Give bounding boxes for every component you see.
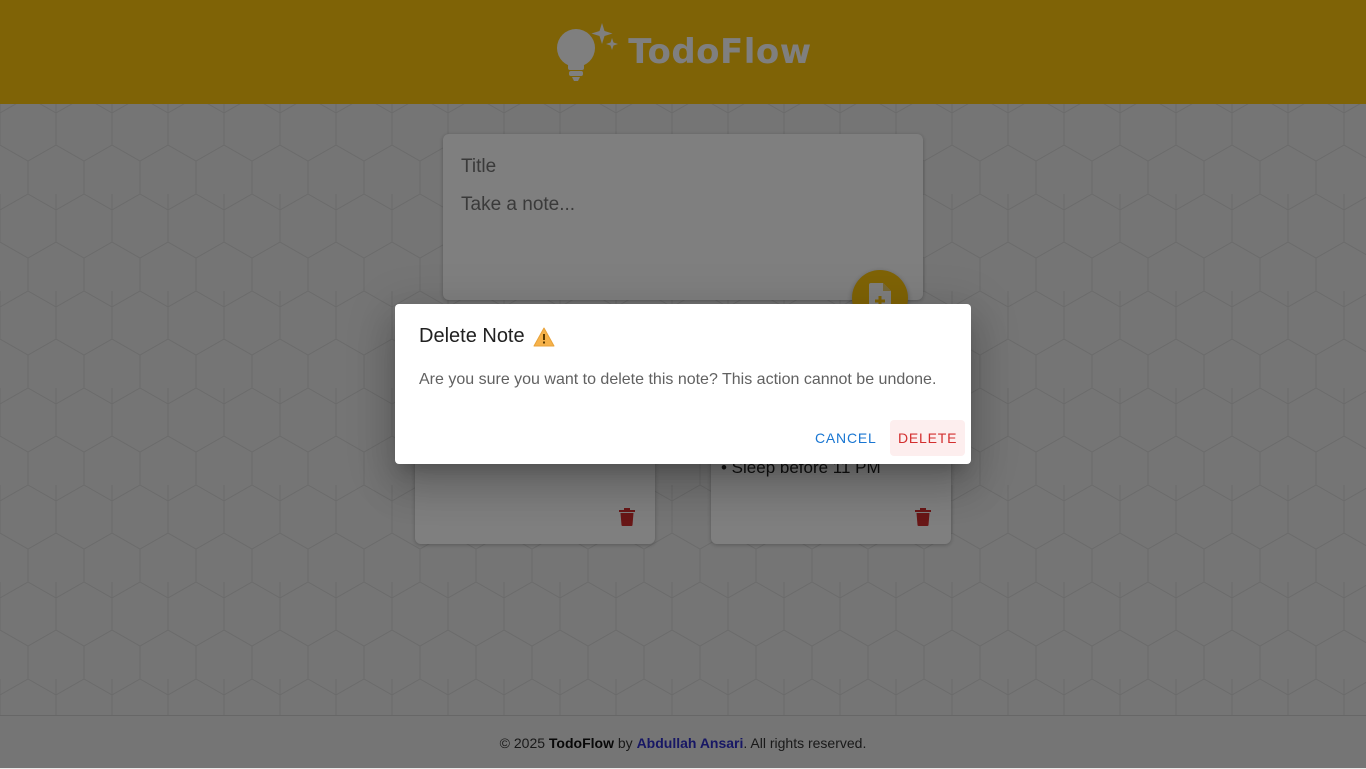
dialog-title-text: Delete Note: [419, 325, 525, 347]
dialog-title: Delete Note: [419, 325, 555, 348]
warning-icon: [533, 327, 555, 346]
delete-confirmation-dialog: Delete Note Are you sure you want to del…: [395, 304, 971, 464]
dialog-message: Are you sure you want to delete this not…: [419, 371, 937, 388]
cancel-button[interactable]: CANCEL: [807, 420, 885, 456]
delete-button[interactable]: DELETE: [890, 420, 966, 456]
